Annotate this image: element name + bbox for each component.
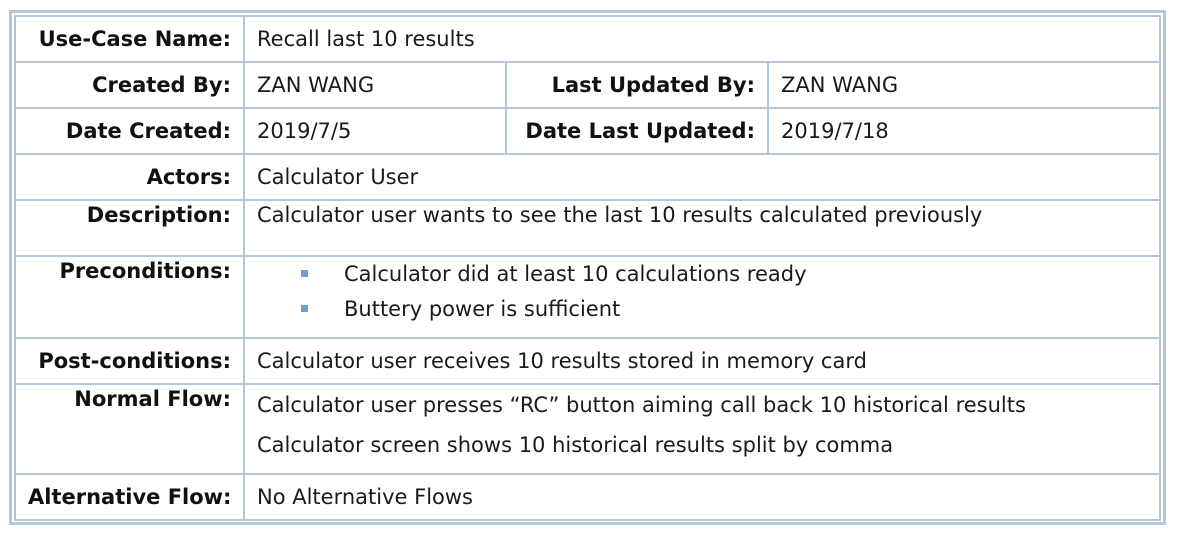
normal-flow-label: Normal Flow:: [14, 383, 245, 475]
description-label: Description:: [14, 199, 245, 257]
use-case-name-label: Use-Case Name:: [14, 15, 245, 63]
precondition-text: Calculator did at least 10 calculations …: [344, 262, 807, 286]
row-use-case-name: Use-Case Name: Recall last 10 results: [14, 15, 1161, 63]
list-item: Calculator did at least 10 calculations …: [301, 258, 1147, 292]
use-case-table: Use-Case Name: Recall last 10 results Cr…: [14, 15, 1161, 521]
preconditions-value: Calculator did at least 10 calculations …: [243, 255, 1161, 339]
description-value: Calculator user wants to see the last 10…: [243, 199, 1161, 257]
alternative-flow-value: No Alternative Flows: [243, 473, 1161, 521]
created-by-value: ZAN WANG: [243, 61, 507, 109]
row-created-by: Created By: ZAN WANG Last Updated By: ZA…: [14, 61, 1161, 109]
row-preconditions: Preconditions: Calculator did at least 1…: [14, 255, 1161, 339]
date-created-value: 2019/7/5: [243, 107, 507, 155]
preconditions-label: Preconditions:: [14, 255, 245, 339]
precondition-text: Buttery power is sufficient: [344, 297, 621, 321]
row-alternative-flow: Alternative Flow: No Alternative Flows: [14, 473, 1161, 521]
normal-flow-step: Calculator screen shows 10 historical re…: [257, 433, 894, 457]
actors-value: Calculator User: [243, 153, 1161, 201]
use-case-document: Use-Case Name: Recall last 10 results Cr…: [9, 10, 1166, 525]
alternative-flow-label: Alternative Flow:: [14, 473, 245, 521]
row-actors: Actors: Calculator User: [14, 153, 1161, 201]
normal-flow-value: Calculator user presses “RC” button aimi…: [243, 383, 1161, 475]
use-case-name-value: Recall last 10 results: [243, 15, 1161, 63]
actors-label: Actors:: [14, 153, 245, 201]
created-by-label: Created By:: [14, 61, 245, 109]
date-created-label: Date Created:: [14, 107, 245, 155]
square-bullet-icon: [301, 305, 308, 312]
row-date-created: Date Created: 2019/7/5 Date Last Updated…: [14, 107, 1161, 155]
preconditions-list: Calculator did at least 10 calculations …: [257, 258, 1147, 327]
last-updated-by-label: Last Updated By:: [505, 61, 769, 109]
date-last-updated-value: 2019/7/18: [767, 107, 1161, 155]
list-item: Buttery power is sufficient: [301, 292, 1147, 327]
square-bullet-icon: [301, 270, 308, 277]
last-updated-by-value: ZAN WANG: [767, 61, 1161, 109]
post-conditions-value: Calculator user receives 10 results stor…: [243, 337, 1161, 385]
date-last-updated-label: Date Last Updated:: [505, 107, 769, 155]
row-post-conditions: Post-conditions: Calculator user receive…: [14, 337, 1161, 385]
post-conditions-label: Post-conditions:: [14, 337, 245, 385]
normal-flow-step: Calculator user presses “RC” button aimi…: [257, 393, 1026, 417]
row-description: Description: Calculator user wants to se…: [14, 199, 1161, 257]
row-normal-flow: Normal Flow: Calculator user presses “RC…: [14, 383, 1161, 475]
